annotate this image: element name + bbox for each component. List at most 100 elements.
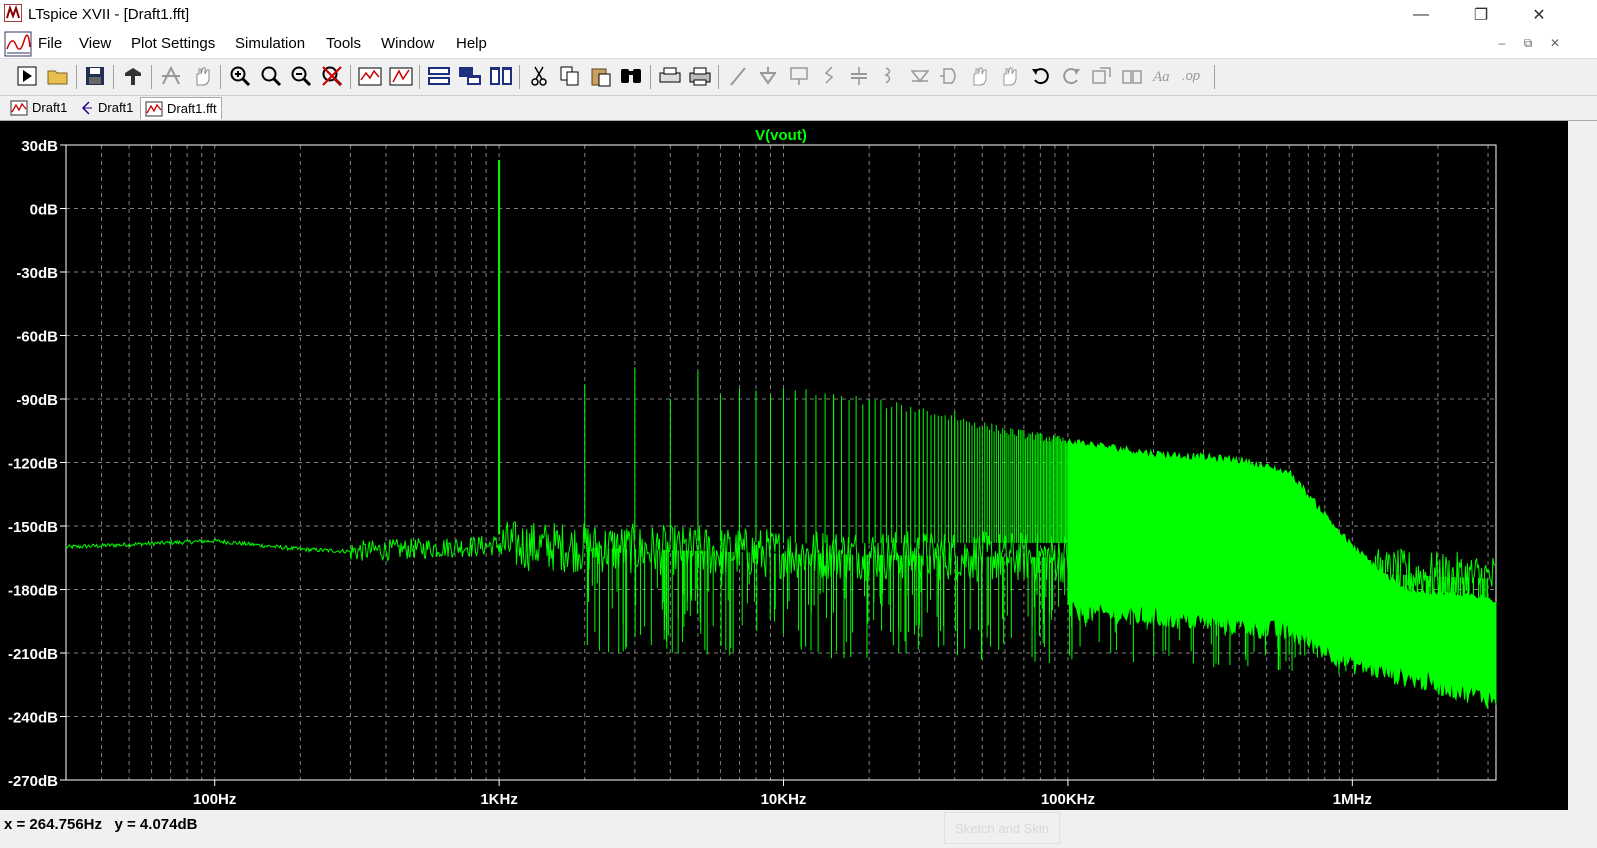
mdi-restore-icon[interactable]: ⧉	[1518, 36, 1538, 51]
toolbar-separator	[718, 65, 719, 89]
document-tabs: Draft1 Draft1 Draft1.fft	[0, 96, 1597, 121]
mdi-close-icon[interactable]: ✕	[1545, 36, 1565, 50]
fft-chart[interactable]: 30dB 0dB -30dB -60dB -90dB -120dB -150dB -180dB…	[0, 121, 1568, 810]
minimize-icon[interactable]: —	[1398, 0, 1444, 30]
tile-vertical-icon[interactable]	[488, 63, 514, 89]
menu-tools[interactable]: Tools	[326, 35, 361, 52]
right-margin	[1568, 121, 1597, 810]
toolbar-separator	[650, 65, 651, 89]
menu-view[interactable]: View	[79, 35, 111, 52]
menu-plot-settings[interactable]: Plot Settings	[131, 35, 215, 52]
schematic-icon	[81, 100, 92, 115]
diode-icon[interactable]	[907, 63, 933, 89]
resistor-icon[interactable]	[816, 63, 842, 89]
svg-text:Aa: Aa	[1152, 69, 1170, 85]
y-tick-label: -120dB	[8, 456, 58, 473]
print-icon[interactable]	[687, 63, 713, 89]
menu-file[interactable]: File	[38, 35, 62, 52]
component-icon[interactable]	[937, 63, 963, 89]
menu-bar: File View Plot Settings Simulation Tools…	[0, 30, 1597, 59]
close-icon[interactable]: ✕	[1516, 0, 1562, 30]
tab-label: Draft1.fft	[167, 101, 217, 116]
wire-icon[interactable]	[725, 63, 751, 89]
x-tick-label: 1MHz	[1333, 791, 1372, 808]
toolbar-separator	[1214, 65, 1215, 89]
toolbar-separator	[419, 65, 420, 89]
zoom-cancel-icon[interactable]	[319, 63, 345, 89]
tab-draft1-fft[interactable]: Draft1.fft	[140, 97, 222, 119]
open-icon[interactable]	[45, 63, 71, 89]
ground-icon[interactable]	[755, 63, 781, 89]
status-panel: Sketch and Skin	[944, 812, 1060, 844]
tab-label: Draft1	[32, 100, 68, 115]
mirror-icon[interactable]	[1119, 63, 1145, 89]
toolbar: Aa .op	[0, 59, 1597, 96]
copy-icon[interactable]	[557, 63, 583, 89]
waveform-icon	[10, 100, 28, 115]
x-tick-label: 100Hz	[193, 791, 236, 808]
window-title: LTspice XVII - [Draft1.fft]	[28, 6, 190, 23]
y-tick-label: -210dB	[8, 646, 58, 663]
tab-label: Draft1	[98, 100, 134, 115]
y-tick-label: -90dB	[16, 392, 58, 409]
paste-icon[interactable]	[588, 63, 614, 89]
restore-icon[interactable]: ❐	[1458, 0, 1504, 30]
menu-help[interactable]: Help	[456, 35, 487, 52]
title-bar: LTspice XVII - [Draft1.fft] — ❐ ✕	[0, 0, 1597, 30]
cut-icon[interactable]	[526, 63, 552, 89]
y-tick-label: 0dB	[30, 202, 59, 219]
pan-icon[interactable]	[189, 63, 215, 89]
y-tick-label: -240dB	[8, 710, 58, 727]
tile-horizontal-icon[interactable]	[426, 63, 452, 89]
ltspice-logo-icon	[4, 4, 22, 22]
trace-name-label: V(vout)	[755, 127, 807, 144]
plot-pane[interactable]: 30dB 0dB -30dB -60dB -90dB -120dB -150dB -180dB…	[0, 121, 1568, 810]
move-icon[interactable]	[967, 63, 993, 89]
x-tick-label: 10KHz	[761, 791, 807, 808]
text-icon[interactable]: Aa	[1150, 63, 1176, 89]
toolbar-separator	[76, 65, 77, 89]
zoom-in-icon[interactable]	[227, 63, 253, 89]
y-tick-label: -270dB	[8, 773, 58, 790]
capacitor-icon[interactable]	[846, 63, 872, 89]
tab-draft1-schematic[interactable]: Draft1	[74, 97, 137, 118]
toolbar-separator	[519, 65, 520, 89]
save-icon[interactable]	[82, 63, 108, 89]
label-icon[interactable]	[786, 63, 812, 89]
rotate-icon[interactable]	[1089, 63, 1115, 89]
document-waveform-icon	[4, 31, 32, 57]
redo-icon[interactable]	[1058, 63, 1084, 89]
y-tick-label: -150dB	[8, 519, 58, 536]
toolbar-separator	[113, 65, 114, 89]
autoscale-icon[interactable]	[357, 63, 383, 89]
zoom-out-icon[interactable]	[288, 63, 314, 89]
toolbar-separator	[151, 65, 152, 89]
svg-text:.op: .op	[1182, 68, 1200, 83]
menu-simulation[interactable]: Simulation	[235, 35, 305, 52]
find-icon[interactable]	[618, 63, 644, 89]
y-tick-label: -30dB	[16, 265, 58, 282]
print-preview-icon[interactable]	[657, 63, 683, 89]
zoom-area-icon[interactable]	[258, 63, 284, 89]
y-tick-label: 30dB	[21, 138, 58, 155]
cascade-icon[interactable]	[457, 63, 483, 89]
x-tick-label: 100KHz	[1041, 791, 1095, 808]
toolbar-separator	[220, 65, 221, 89]
control-panel-icon[interactable]	[120, 63, 146, 89]
fit-icon[interactable]	[388, 63, 414, 89]
cursor-readout: x = 264.756Hz y = 4.074dB	[4, 816, 198, 833]
waveform-icon	[145, 101, 163, 116]
x-tick-label: 1KHz	[480, 791, 518, 808]
tab-draft1-waveform[interactable]: Draft1	[6, 97, 71, 118]
menu-window[interactable]: Window	[381, 35, 434, 52]
status-bar: x = 264.756Hz y = 4.074dB Sketch and Ski…	[0, 812, 1597, 848]
drag-icon[interactable]	[997, 63, 1023, 89]
autorange-icon[interactable]	[158, 63, 184, 89]
inductor-icon[interactable]	[876, 63, 902, 89]
y-tick-label: -60dB	[16, 329, 58, 346]
run-icon[interactable]	[14, 63, 40, 89]
mdi-minimize-icon[interactable]: –	[1492, 36, 1512, 50]
undo-icon[interactable]	[1028, 63, 1054, 89]
spice-directive-icon[interactable]: .op	[1180, 63, 1206, 89]
toolbar-separator	[350, 65, 351, 89]
